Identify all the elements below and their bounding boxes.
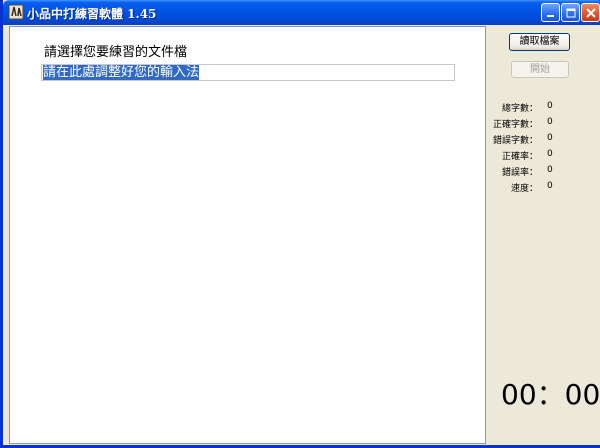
maximize-icon	[566, 8, 576, 18]
practice-panel: 請選擇您要練習的文件檔 請在此處調整好您的輸入法	[9, 26, 486, 444]
wrong-chars-label: 錯誤字數：	[492, 136, 538, 146]
read-file-button[interactable]: 讀取檔案	[509, 33, 570, 51]
total-chars-value: 0	[547, 101, 553, 111]
title-bar[interactable]: 小品中打練習軟體 1.45	[3, 0, 600, 25]
accuracy-label: 正確率：	[501, 152, 538, 162]
error-rate-value: 0	[547, 165, 553, 175]
window-title: 小品中打練習軟體 1.45	[27, 7, 157, 21]
accuracy-value: 0	[547, 149, 553, 159]
client-area: 請選擇您要練習的文件檔 請在此處調整好您的輸入法 讀取檔案 開始 總字數： 0 …	[6, 25, 600, 445]
start-button[interactable]: 開始	[511, 61, 569, 78]
close-button[interactable]	[581, 3, 600, 22]
maximize-button[interactable]	[561, 3, 580, 22]
timer-display: 00：00	[501, 378, 600, 411]
app-window: 小品中打練習軟體 1.45 請選擇您要練習的文件檔 請在此處調整好您的輸入法 讀…	[0, 0, 600, 448]
speed-value: 0	[547, 181, 553, 191]
error-rate-label: 錯誤率：	[501, 168, 538, 178]
correct-chars-label: 正確字數：	[492, 120, 538, 130]
minimize-button[interactable]	[541, 3, 560, 22]
close-icon	[586, 8, 596, 18]
typing-input-text: 請在此處調整好您的輸入法	[43, 65, 200, 80]
file-prompt-label: 請選擇您要練習的文件檔	[44, 45, 188, 60]
wrong-chars-value: 0	[547, 133, 553, 143]
speed-label: 速度：	[510, 184, 538, 194]
typing-input[interactable]: 請在此處調整好您的輸入法	[41, 64, 455, 81]
total-chars-label: 總字數：	[501, 104, 538, 114]
minimize-icon	[547, 15, 554, 17]
app-icon	[8, 4, 24, 20]
correct-chars-value: 0	[547, 117, 553, 127]
